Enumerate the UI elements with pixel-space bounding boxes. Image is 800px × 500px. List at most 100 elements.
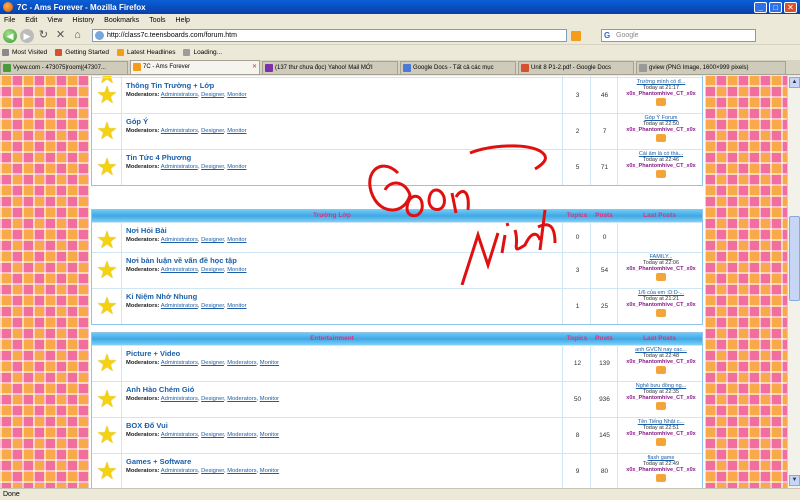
- menu-help[interactable]: Help: [176, 17, 190, 24]
- view-latest-post-icon[interactable]: [656, 134, 666, 142]
- url-bar[interactable]: http://class7c.teensboards.com/forum.htm: [92, 29, 567, 42]
- last-post-user-link[interactable]: x0x_Phantomhive_CT_x0x: [618, 467, 704, 473]
- moderator-link[interactable]: Moderators: [227, 468, 256, 474]
- moderator-link[interactable]: Monitor: [260, 360, 279, 366]
- forum-name-link[interactable]: Kỉ Niệm Nhớ Nhung: [126, 292, 197, 301]
- tab-gview[interactable]: gview (PNG Image, 1600×999 pixels): [636, 61, 786, 74]
- forward-button[interactable]: ▶: [20, 28, 34, 43]
- moderator-link[interactable]: Designer: [201, 396, 224, 402]
- section-title[interactable]: Entertainment: [232, 335, 432, 342]
- moderator-link[interactable]: Administrators: [161, 303, 198, 309]
- forum-name-link[interactable]: BOX Đố Vui: [126, 421, 168, 430]
- menu-file[interactable]: File: [4, 17, 15, 24]
- view-latest-post-icon[interactable]: [656, 438, 666, 446]
- moderator-link[interactable]: Moderators: [227, 396, 256, 402]
- tab-favicon: [521, 64, 529, 72]
- scroll-down-icon[interactable]: ▼: [789, 475, 800, 486]
- last-post-user-link[interactable]: x0x_Phantomhive_CT_x0x: [618, 91, 704, 97]
- menu-view[interactable]: View: [47, 17, 62, 24]
- close-button[interactable]: ✕: [784, 1, 797, 13]
- bookmark-most-visited[interactable]: Most Visited: [2, 49, 47, 56]
- tab-unit8-pdf[interactable]: Unit 8 P1-2.pdf - Google Docs: [518, 61, 634, 74]
- tab-google-docs[interactable]: Google Docs - Tất cả các mục: [400, 61, 516, 74]
- forum-section: Trường Lớp Topics Posts Last Posts ★ Nơi Hỏi …: [91, 209, 703, 325]
- bookmark-latest-headlines[interactable]: Latest Headlines: [117, 49, 175, 56]
- menu-edit[interactable]: Edit: [25, 17, 37, 24]
- last-post-user-link[interactable]: x0x_Phantomhive_CT_x0x: [618, 431, 704, 437]
- moderator-link[interactable]: Moderators: [227, 360, 256, 366]
- moderator-link[interactable]: Designer: [201, 468, 224, 474]
- view-latest-post-icon[interactable]: [656, 273, 666, 281]
- moderator-link[interactable]: Monitor: [227, 164, 246, 170]
- vertical-scrollbar[interactable]: ▲ ▼: [787, 76, 800, 488]
- moderator-link[interactable]: Designer: [201, 360, 224, 366]
- stop-icon[interactable]: ✕: [54, 29, 67, 42]
- forum-name-link[interactable]: Thông Tin Trường + Lớp: [126, 81, 214, 90]
- moderator-link[interactable]: Monitor: [260, 468, 279, 474]
- moderator-link[interactable]: Monitor: [260, 396, 279, 402]
- moderator-link[interactable]: Designer: [201, 303, 224, 309]
- forum-name-link[interactable]: Góp Ý: [126, 117, 148, 126]
- moderator-link[interactable]: Administrators: [161, 237, 198, 243]
- last-post-user-link[interactable]: x0x_Phantomhive_CT_x0x: [618, 127, 704, 133]
- moderator-link[interactable]: Monitor: [227, 92, 246, 98]
- moderator-link[interactable]: Administrators: [161, 432, 198, 438]
- moderator-link[interactable]: Designer: [201, 92, 224, 98]
- moderator-link[interactable]: Administrators: [161, 468, 198, 474]
- moderator-link[interactable]: Administrators: [161, 164, 198, 170]
- moderator-link[interactable]: Administrators: [161, 396, 198, 402]
- tab-close-icon[interactable]: ✕: [252, 61, 257, 73]
- moderator-link[interactable]: Administrators: [161, 128, 198, 134]
- rss-feed-icon[interactable]: [571, 30, 581, 41]
- menu-bookmarks[interactable]: Bookmarks: [104, 17, 139, 24]
- forum-name-link[interactable]: Nơi Hỏi Bài: [126, 226, 167, 235]
- moderator-link[interactable]: Administrators: [161, 360, 198, 366]
- view-latest-post-icon[interactable]: [656, 170, 666, 178]
- search-input[interactable]: G Google: [601, 29, 756, 42]
- menu-history[interactable]: History: [72, 17, 94, 24]
- last-post-user-link[interactable]: x0x_Phantomhive_CT_x0x: [618, 163, 704, 169]
- forum-row: ★ Games + Software Moderators: Administrat…: [92, 453, 702, 488]
- moderator-link[interactable]: Designer: [201, 237, 224, 243]
- back-button[interactable]: ◀: [3, 28, 17, 43]
- view-latest-post-icon[interactable]: [656, 474, 666, 482]
- scroll-up-icon[interactable]: ▲: [789, 77, 800, 88]
- tab-vyew[interactable]: Vyew.com - 473075|room|(47307...: [0, 61, 128, 74]
- view-latest-post-icon[interactable]: [656, 366, 666, 374]
- last-post-user-link[interactable]: x0x_Phantomhive_CT_x0x: [618, 266, 704, 272]
- forum-name-link[interactable]: Tin Tức 4 Phương: [126, 153, 191, 162]
- forum-name-link[interactable]: Picture + Video: [126, 349, 180, 358]
- bookmark-getting-started[interactable]: Getting Started: [55, 49, 109, 56]
- tab-7c-ams-forever[interactable]: 7C - Ams Forever ✕: [130, 60, 260, 74]
- moderator-link[interactable]: Monitor: [260, 432, 279, 438]
- moderator-link[interactable]: Administrators: [161, 267, 198, 273]
- menu-tools[interactable]: Tools: [149, 17, 165, 24]
- view-latest-post-icon[interactable]: [656, 309, 666, 317]
- moderator-link[interactable]: Monitor: [227, 128, 246, 134]
- minimize-button[interactable]: _: [754, 1, 767, 13]
- moderator-link[interactable]: Administrators: [161, 92, 198, 98]
- moderator-link[interactable]: Monitor: [227, 267, 246, 273]
- view-latest-post-icon[interactable]: [656, 98, 666, 106]
- bookmark-loading[interactable]: Loading...: [183, 49, 222, 56]
- forum-name-link[interactable]: Nơi bàn luận về vấn đề học tập: [126, 256, 237, 265]
- moderator-link[interactable]: Designer: [201, 164, 224, 170]
- moderator-link[interactable]: Moderators: [227, 432, 256, 438]
- moderator-link[interactable]: Designer: [201, 432, 224, 438]
- tab-yahoo-mail[interactable]: (137 thư chưa đọc) Yahoo! Mail MỚI: [262, 61, 398, 74]
- last-post-user-link[interactable]: x0x_Phantomhive_CT_x0x: [618, 395, 704, 401]
- moderator-link[interactable]: Monitor: [227, 237, 246, 243]
- moderator-link[interactable]: Monitor: [227, 303, 246, 309]
- maximize-button[interactable]: □: [769, 1, 782, 13]
- moderator-link[interactable]: Designer: [201, 267, 224, 273]
- scrollbar-thumb[interactable]: [789, 216, 800, 301]
- last-post-user-link[interactable]: x0x_Phantomhive_CT_x0x: [618, 359, 704, 365]
- forum-name-link[interactable]: Anh Hào Chém Gió: [126, 385, 194, 394]
- moderator-link[interactable]: Designer: [201, 128, 224, 134]
- section-title[interactable]: Trường Lớp: [232, 212, 432, 219]
- reload-icon[interactable]: ↻: [37, 29, 50, 42]
- forum-name-link[interactable]: Games + Software: [126, 457, 191, 466]
- last-post-user-link[interactable]: x0x_Phantomhive_CT_x0x: [618, 302, 704, 308]
- home-icon[interactable]: ⌂: [71, 29, 84, 42]
- view-latest-post-icon[interactable]: [656, 402, 666, 410]
